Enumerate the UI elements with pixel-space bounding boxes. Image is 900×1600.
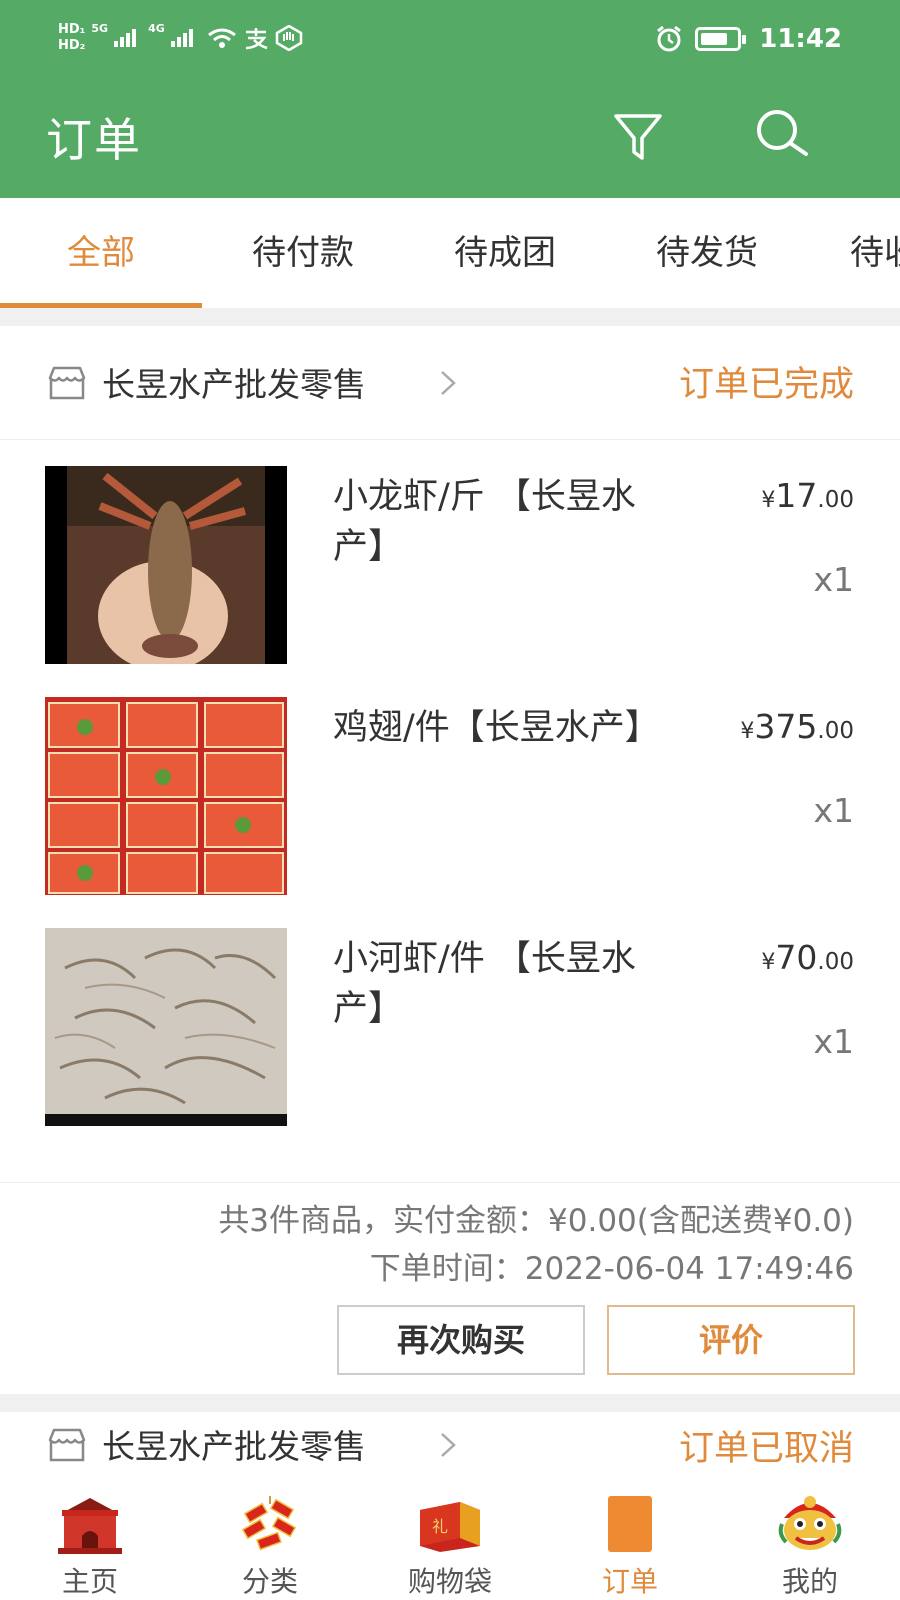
price-integer: 375 xyxy=(754,707,818,746)
nav-home[interactable]: 主页 xyxy=(0,1494,180,1600)
filter-icon xyxy=(614,114,662,160)
order-summary: 共3件商品，实付金额：¥0.00(含配送费¥0.0) 下单时间：2022-06-… xyxy=(0,1182,900,1394)
hand-shield-icon xyxy=(275,25,302,51)
nav-label: 主页 xyxy=(61,1565,118,1598)
hd2-label: HD₂ xyxy=(58,38,86,53)
nav-orders[interactable]: 订单 xyxy=(540,1494,720,1600)
app-header: HD₁ HD₂ 5G 4G 11:42 订单 xyxy=(0,0,900,198)
rate-button[interactable]: 评价 xyxy=(607,1305,855,1375)
gift-bag-icon: 礼 xyxy=(420,1502,480,1552)
network-4g-label: 4G xyxy=(148,22,165,35)
firecracker-icon xyxy=(241,1496,297,1551)
tab-all[interactable]: 全部 xyxy=(0,198,202,308)
tab-pending-shipment[interactable]: 待发货 xyxy=(606,198,808,308)
lion-dance-icon xyxy=(778,1496,842,1550)
home-gate-icon xyxy=(58,1498,122,1554)
nav-mine[interactable]: 我的 xyxy=(720,1494,900,1600)
item-price: ¥375.00 xyxy=(740,707,854,746)
currency-symbol: ¥ xyxy=(761,488,776,513)
price-decimal: .00 xyxy=(817,487,854,513)
filter-button[interactable] xyxy=(610,108,666,164)
bottom-navigation: 主页 分类 礼 购物袋 订单 我的 xyxy=(0,1494,900,1600)
order-status: 订单已取消 xyxy=(678,1429,854,1469)
nav-bag[interactable]: 礼 购物袋 xyxy=(360,1494,540,1600)
order-status: 订单已完成 xyxy=(678,365,854,405)
order-item[interactable]: 鸡翅/件【长昱水产】 ¥375.00 x1 xyxy=(0,697,900,897)
network-5g-label: 5G xyxy=(91,22,109,35)
battery-icon xyxy=(695,27,747,51)
search-icon xyxy=(757,110,808,156)
status-time: 11:42 xyxy=(759,24,842,54)
currency-symbol: ¥ xyxy=(761,950,776,975)
product-image-chicken-wings xyxy=(45,697,287,895)
price-decimal: .00 xyxy=(817,949,854,975)
nav-label: 我的 xyxy=(781,1565,838,1598)
wifi-icon xyxy=(207,28,236,48)
chevron-right-icon xyxy=(441,371,456,395)
nav-label: 分类 xyxy=(241,1565,298,1598)
status-left: HD₁ HD₂ 5G 4G xyxy=(58,22,303,54)
page-title: 订单 xyxy=(46,113,142,167)
item-quantity: x1 xyxy=(813,791,854,830)
buy-again-button[interactable]: 再次购买 xyxy=(337,1305,585,1375)
item-name: 鸡翅/件【长昱水产】 xyxy=(333,708,660,748)
shop-name: 长昱水产批发零售 xyxy=(102,365,366,404)
tab-pending-group[interactable]: 待成团 xyxy=(404,198,606,308)
status-bar: HD₁ HD₂ 5G 4G 11:42 xyxy=(0,0,900,80)
nav-label: 购物袋 xyxy=(407,1565,492,1598)
order-card: 长昱水产批发零售 订单已完成 小龙虾/斤 【长昱水产】 ¥17.00 x1 鸡翅… xyxy=(0,326,900,1394)
item-price: ¥70.00 xyxy=(761,938,854,977)
chevron-right-icon xyxy=(441,1433,456,1457)
status-right: 11:42 xyxy=(655,24,842,54)
shop-name: 长昱水产批发零售 xyxy=(102,1427,366,1466)
signal-icon-2 xyxy=(170,29,193,47)
signal-icon xyxy=(114,29,137,47)
alarm-icon xyxy=(657,25,682,52)
item-name: 小河虾/件 【长昱水产】 xyxy=(333,939,636,1029)
hd1-label: HD₁ xyxy=(58,22,86,37)
price-decimal: .00 xyxy=(817,718,854,744)
order-icon xyxy=(608,1496,652,1552)
price-integer: 70 xyxy=(775,938,818,977)
order-item[interactable]: 小河虾/件 【长昱水产】 ¥70.00 x1 xyxy=(0,928,900,1128)
search-button[interactable] xyxy=(752,106,812,166)
shop-icon xyxy=(48,366,86,400)
alipay-icon xyxy=(245,28,268,50)
nav-label: 订单 xyxy=(601,1565,658,1598)
shop-icon xyxy=(48,1428,86,1462)
product-image-crayfish xyxy=(45,466,287,664)
price-integer: 17 xyxy=(775,476,818,515)
order-status-tabs: 全部 待付款 待成团 待发货 待收货 xyxy=(0,198,900,308)
svg-text:礼: 礼 xyxy=(432,1517,448,1536)
item-name: 小龙虾/斤 【长昱水产】 xyxy=(333,477,636,567)
nav-category[interactable]: 分类 xyxy=(180,1494,360,1600)
order-time: 下单时间：2022-06-04 17:49:46 xyxy=(369,1251,854,1287)
order-item[interactable]: 小龙虾/斤 【长昱水产】 ¥17.00 x1 xyxy=(0,466,900,666)
product-image-river-shrimp xyxy=(45,928,287,1126)
hd-indicator: HD₁ HD₂ xyxy=(58,22,85,54)
order-total-summary: 共3件商品，实付金额：¥0.00(含配送费¥0.0) xyxy=(218,1203,854,1239)
active-tab-underline xyxy=(0,303,202,308)
currency-symbol: ¥ xyxy=(740,719,755,744)
item-quantity: x1 xyxy=(813,560,854,599)
tab-pending-receipt[interactable]: 待收货 xyxy=(808,198,900,308)
item-price: ¥17.00 xyxy=(761,476,854,515)
order-card-header[interactable]: 长昱水产批发零售 订单已完成 xyxy=(0,326,900,440)
item-quantity: x1 xyxy=(813,1022,854,1061)
tab-pending-payment[interactable]: 待付款 xyxy=(202,198,404,308)
